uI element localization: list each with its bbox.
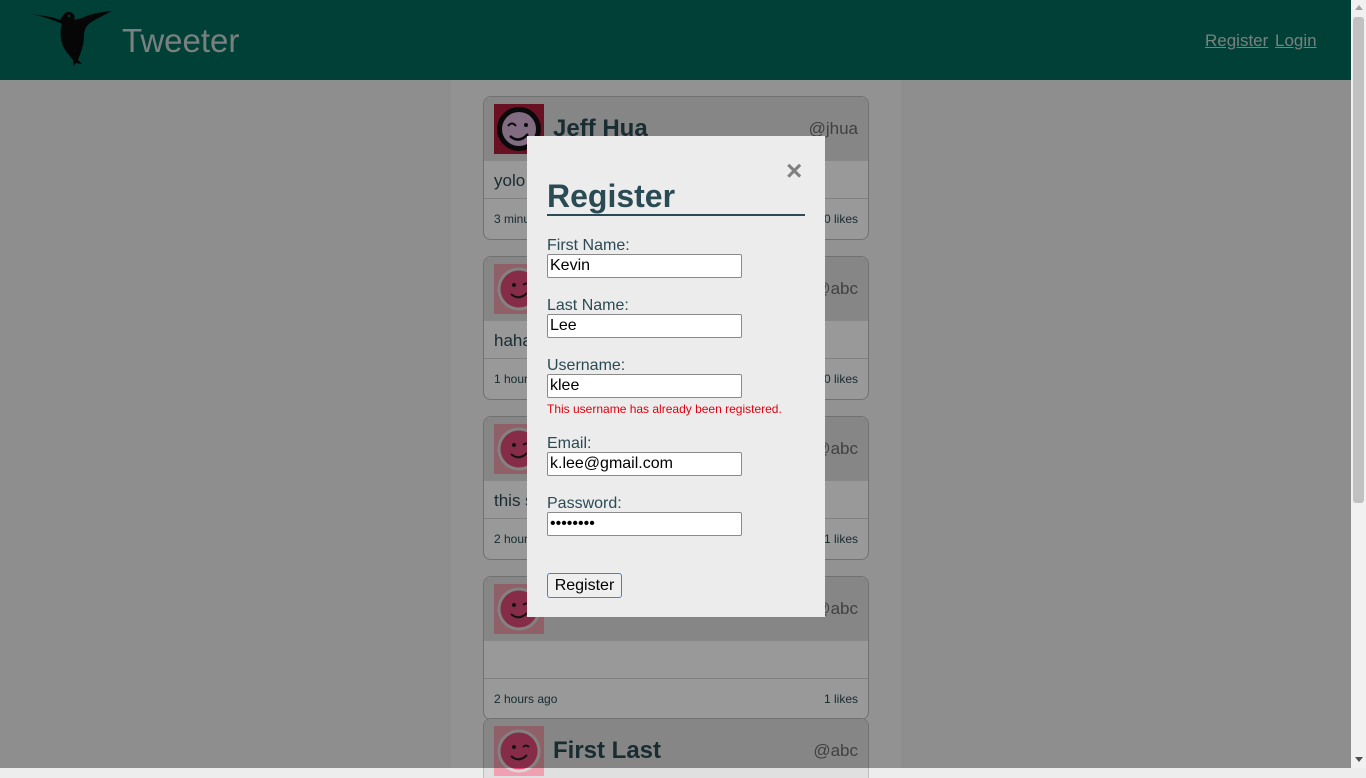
vertical-scrollbar[interactable] xyxy=(1351,0,1366,768)
username-label: Username: xyxy=(547,357,626,374)
username-error-message: This username has already been registere… xyxy=(547,402,782,416)
title-divider xyxy=(547,214,805,216)
email-label: Email: xyxy=(547,435,592,452)
scroll-down-arrow-icon[interactable] xyxy=(1355,757,1363,762)
scrollbar-thumb[interactable] xyxy=(1353,17,1364,503)
modal-title: Register xyxy=(547,178,676,214)
first-name-field[interactable] xyxy=(547,254,742,278)
register-submit-button[interactable]: Register xyxy=(547,573,622,598)
last-name-label: Last Name: xyxy=(547,297,629,314)
first-name-label: First Name: xyxy=(547,237,630,254)
username-field[interactable] xyxy=(547,374,742,398)
password-field[interactable] xyxy=(547,512,742,536)
close-icon[interactable]: × xyxy=(786,157,802,185)
scroll-up-arrow-icon[interactable] xyxy=(1355,5,1363,10)
email-field[interactable] xyxy=(547,452,742,476)
last-name-field[interactable] xyxy=(547,314,742,338)
password-label: Password: xyxy=(547,495,622,512)
